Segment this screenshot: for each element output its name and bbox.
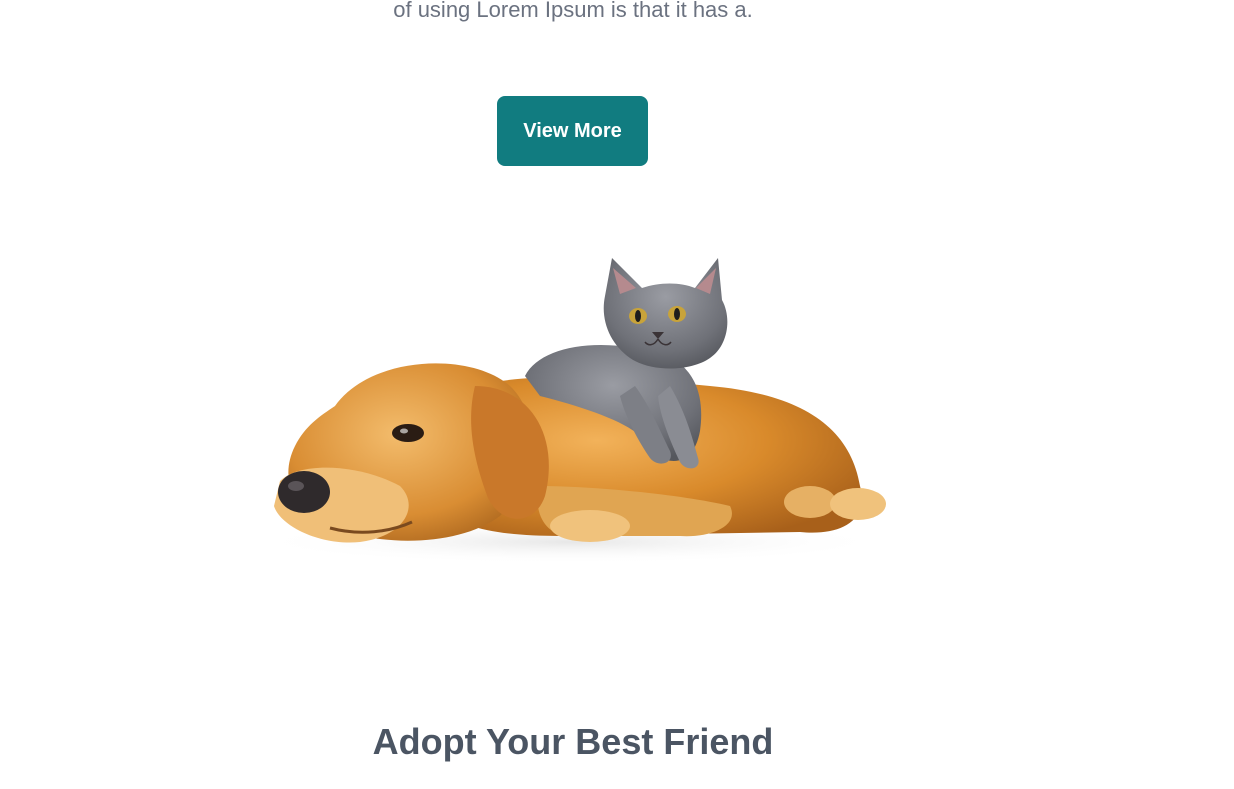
adopt-section-title: Adopt Your Best Friend <box>372 721 774 762</box>
intro-text: of using Lorem Ipsum is that it has a. <box>393 0 753 22</box>
dog-and-cat-image <box>250 258 890 564</box>
view-more-button[interactable]: View More <box>497 96 648 166</box>
